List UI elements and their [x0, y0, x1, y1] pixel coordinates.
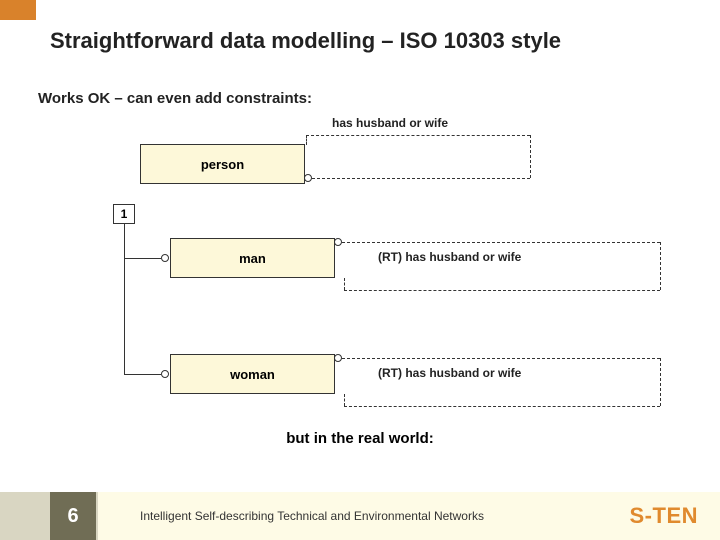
- connector: [660, 242, 661, 290]
- slide-footer: 6 Intelligent Self-describing Technical …: [0, 492, 720, 540]
- port-circle: [161, 254, 169, 262]
- connector: [312, 178, 530, 179]
- connector: [124, 224, 125, 374]
- entity-man: man: [170, 238, 335, 278]
- corner-accent: [0, 0, 36, 20]
- port-circle: [334, 238, 342, 246]
- connector: [530, 135, 531, 178]
- connector: [124, 374, 161, 375]
- slide-title: Straightforward data modelling – ISO 103…: [50, 28, 561, 54]
- diagram-container: has husband or wife person 1 man (RT) ha…: [0, 108, 720, 428]
- connector: [124, 258, 161, 259]
- port-circle: [304, 174, 312, 182]
- entity-woman-label: woman: [230, 367, 275, 382]
- constraint-label: 1: [121, 207, 128, 221]
- slide-subtitle: Works OK – can even add constraints:: [38, 90, 312, 107]
- entity-woman: woman: [170, 354, 335, 394]
- page-number: 6: [67, 505, 78, 528]
- connector: [342, 242, 660, 243]
- rt-label-man: (RT) has husband or wife: [378, 250, 521, 264]
- footer-brand: S-TEN: [630, 492, 699, 540]
- connector: [344, 278, 345, 290]
- connector: [306, 135, 530, 136]
- entity-person-label: person: [201, 157, 244, 172]
- connector: [344, 394, 345, 406]
- relation-label: has husband or wife: [332, 116, 448, 130]
- connector: [306, 135, 307, 145]
- entity-person: person: [140, 144, 305, 184]
- port-circle: [334, 354, 342, 362]
- page-number-box: 6: [50, 492, 96, 540]
- connector: [344, 406, 660, 407]
- entity-man-label: man: [239, 251, 266, 266]
- connector: [660, 358, 661, 406]
- port-circle: [161, 370, 169, 378]
- constraint-box: 1: [113, 204, 135, 224]
- rt-label-woman: (RT) has husband or wife: [378, 366, 521, 380]
- footer-caption: Intelligent Self-describing Technical an…: [140, 492, 484, 540]
- connector: [342, 358, 660, 359]
- real-world-note: but in the real world:: [0, 430, 720, 447]
- connector: [344, 290, 660, 291]
